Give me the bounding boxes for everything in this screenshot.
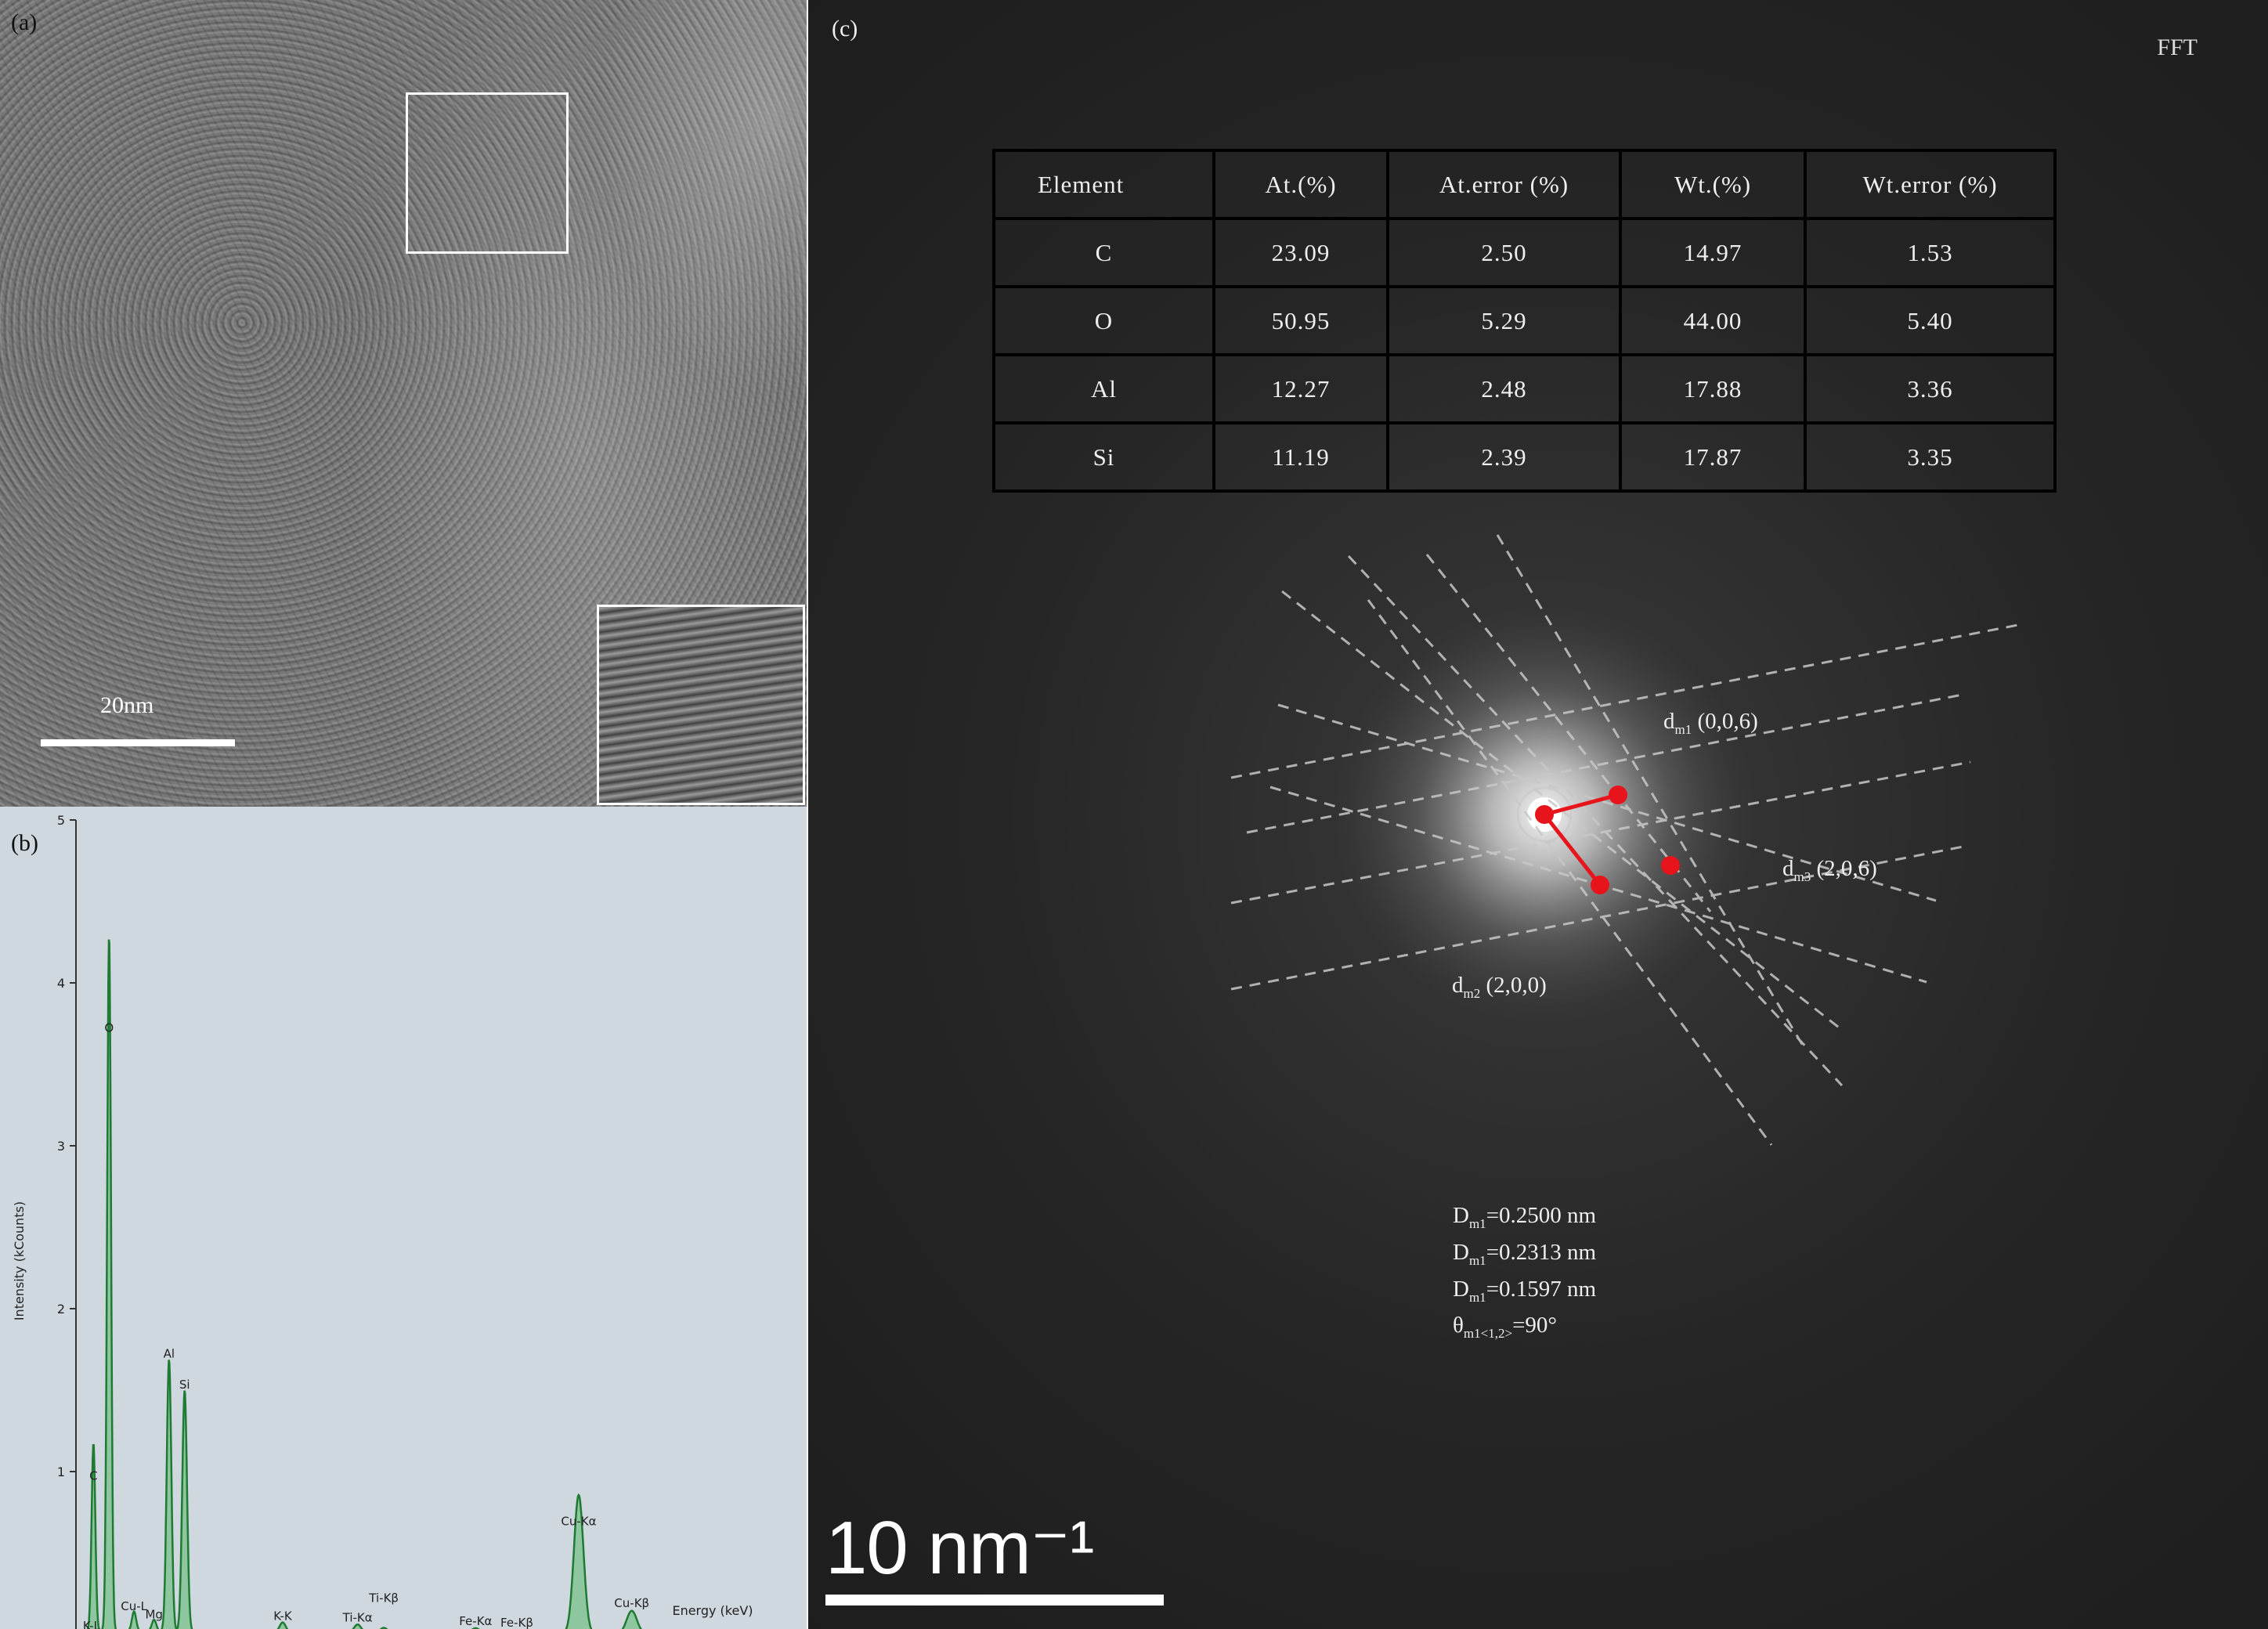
fft-title: FFT [2157, 34, 2198, 60]
table-row: Al 12.27 2.48 17.88 3.36 [992, 353, 2057, 424]
peak-label: Mg [145, 1607, 162, 1621]
peak-label: Fe-Kα [459, 1614, 492, 1628]
y-tick-label: 2 [57, 1302, 65, 1317]
d-value-line: Dm1=0.2313 nm [1453, 1239, 1597, 1268]
panel-a-label: (a) [11, 9, 38, 35]
table-cell: 3.35 [1804, 421, 2057, 493]
fft-scale-bar-label: 10 nm⁻¹ [825, 1506, 1094, 1590]
table-row: O 50.95 5.29 44.00 5.40 [992, 285, 2057, 356]
table-cell: 44.00 [1619, 285, 1807, 356]
peak-label: Cu-L [121, 1599, 147, 1613]
y-tick-label: 4 [57, 976, 65, 991]
spot-m1-marker [1609, 786, 1627, 804]
peak-label: K-L [83, 1619, 101, 1629]
table-header: At.error (%) [1386, 149, 1622, 220]
peak-label: Ti-Kα [342, 1611, 373, 1625]
table-cell: O [992, 285, 1215, 356]
y-axis-title: Intensity (kCounts) [12, 1201, 27, 1320]
scale-bar-label: 20nm [100, 692, 154, 718]
center-marker [1535, 805, 1554, 824]
fft-panel: (c) FFT Element At.(%) At.error (%) Wt.(… [808, 0, 2268, 1629]
table-cell: 2.50 [1386, 217, 1622, 288]
spot-m2-marker [1591, 876, 1609, 894]
fft-scale-bar [825, 1595, 1164, 1606]
spectrum-fill [87, 939, 641, 1629]
peak-label: Cu-Kα [561, 1515, 596, 1529]
table-cell: 1.53 [1804, 217, 2057, 288]
table-header: Element [992, 149, 1215, 220]
composition-table: Element At.(%) At.error (%) Wt.(%) Wt.er… [992, 149, 2057, 493]
peak-label: Ti-Kβ [368, 1591, 399, 1605]
peak-label: Al [164, 1347, 175, 1361]
spot-label-m3: dm3 (2,0,6) [1782, 856, 1877, 884]
table-header: Wt.error (%) [1804, 149, 2057, 220]
table-header: Wt.(%) [1619, 149, 1807, 220]
scale-bar [41, 739, 235, 746]
table-cell: 3.36 [1804, 353, 2057, 424]
peak-label: K-K [273, 1609, 293, 1624]
d-spacing-values: Dm1=0.2500 nm Dm1=0.2313 nm Dm1=0.1597 n… [1453, 1201, 1596, 1348]
peak-label: Cu-Kβ [614, 1596, 649, 1610]
y-tick-label: 5 [57, 813, 65, 828]
table-cell: 2.39 [1386, 421, 1622, 493]
table-cell: 11.19 [1212, 421, 1389, 493]
y-tick-label: 3 [57, 1139, 65, 1154]
panel-c-label: (c) [832, 16, 858, 42]
hrtem-image-panel: (a) 20nm [0, 0, 807, 807]
angle-value-line: θm1<1,2>=90° [1453, 1313, 1558, 1342]
peak-label: O [104, 1020, 114, 1035]
table-header-row: Element At.(%) At.error (%) Wt.(%) Wt.er… [992, 149, 2057, 220]
region-of-interest-box [406, 92, 569, 254]
peak-label: C [89, 1468, 97, 1483]
table-row: C 23.09 2.50 14.97 1.53 [992, 217, 2057, 288]
d-value-line: Dm1=0.1597 nm [1453, 1276, 1597, 1305]
spot-m3-marker [1661, 856, 1680, 875]
table-header: At.(%) [1212, 149, 1389, 220]
spot-label-m2: dm2 (2,0,0) [1452, 973, 1547, 1001]
eds-spectrum-panel: (b) 0123450510 COCu-LMgAlSiK-KTi-KαTi-Kβ… [0, 807, 807, 1629]
d-value-line: Dm1=0.2500 nm [1453, 1203, 1597, 1231]
table-cell: 2.48 [1386, 353, 1622, 424]
y-tick-label: 1 [57, 1465, 65, 1479]
eds-spectrum-chart: (b) 0123450510 COCu-LMgAlSiK-KTi-KαTi-Kβ… [11, 813, 753, 1629]
panel-b-label: (b) [11, 830, 38, 856]
table-cell: 23.09 [1212, 217, 1389, 288]
magnified-inset [597, 605, 805, 805]
table-cell: C [992, 217, 1215, 288]
table-cell: 12.27 [1212, 353, 1389, 424]
peak-label: Fe-Kβ [500, 1616, 533, 1629]
x-axis-title: Energy (keV) [672, 1603, 753, 1618]
spot-label-m1: dm1 (0,0,6) [1663, 709, 1758, 737]
table-cell: 50.95 [1212, 285, 1389, 356]
table-cell: 14.97 [1619, 217, 1807, 288]
peak-label: Si [179, 1378, 190, 1392]
table-cell: Al [992, 353, 1215, 424]
table-cell: Si [992, 421, 1215, 493]
table-cell: 17.87 [1619, 421, 1807, 493]
table-cell: 5.29 [1386, 285, 1622, 356]
table-cell: 17.88 [1619, 353, 1807, 424]
table-cell: 5.40 [1804, 285, 2057, 356]
table-row: Si 11.19 2.39 17.87 3.35 [992, 421, 2057, 493]
